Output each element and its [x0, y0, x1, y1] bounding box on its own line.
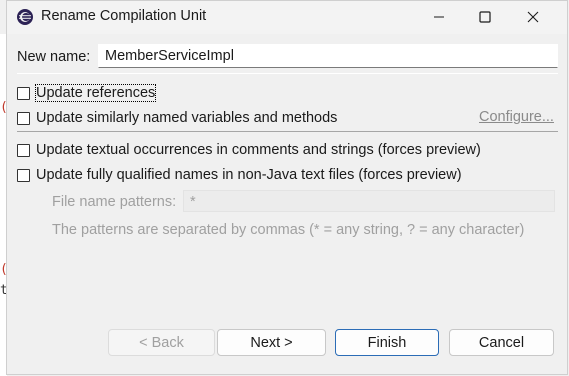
back-button: < Back — [108, 329, 215, 356]
separator — [17, 73, 558, 74]
update-references-checkbox[interactable] — [17, 86, 30, 100]
rename-dialog: Rename Compilation Unit New name: Member… — [6, 0, 568, 375]
next-button[interactable]: Next > — [217, 329, 326, 356]
update-similar-names-checkbox[interactable] — [17, 111, 30, 125]
close-button[interactable] — [510, 1, 556, 33]
update-qualified-names-option[interactable]: Update fully qualified names in non-Java… — [17, 167, 462, 183]
minimize-icon — [434, 16, 444, 18]
configure-link[interactable]: Configure... — [479, 109, 554, 125]
title-bar: Rename Compilation Unit — [7, 1, 567, 34]
update-qualified-names-checkbox[interactable] — [17, 168, 30, 182]
eclipse-app-icon — [17, 9, 33, 25]
new-name-label: New name: — [17, 49, 91, 65]
update-textual-option[interactable]: Update textual occurrences in comments a… — [17, 142, 481, 158]
finish-button[interactable]: Finish — [335, 329, 439, 356]
file-name-patterns-input: * — [183, 190, 555, 212]
update-references-label[interactable]: Update references — [34, 84, 157, 102]
close-icon — [527, 11, 539, 23]
cancel-button[interactable]: Cancel — [449, 329, 554, 356]
minimize-button[interactable] — [416, 1, 462, 33]
update-similar-names-label[interactable]: Update similarly named variables and met… — [36, 110, 337, 126]
file-name-patterns-hint: The patterns are separated by commas (* … — [52, 222, 525, 238]
separator — [17, 131, 558, 132]
window-title: Rename Compilation Unit — [41, 8, 207, 24]
update-textual-checkbox[interactable] — [17, 143, 30, 157]
maximize-icon — [479, 11, 491, 23]
update-references-option[interactable]: Update references — [17, 84, 157, 102]
update-similar-names-option[interactable]: Update similarly named variables and met… — [17, 110, 337, 126]
update-textual-label[interactable]: Update textual occurrences in comments a… — [36, 142, 481, 158]
new-name-input[interactable]: MemberServiceImpl — [98, 44, 558, 68]
update-qualified-names-label[interactable]: Update fully qualified names in non-Java… — [36, 167, 462, 183]
file-name-patterns-label: File name patterns: — [52, 194, 177, 210]
maximize-button[interactable] — [462, 1, 508, 33]
